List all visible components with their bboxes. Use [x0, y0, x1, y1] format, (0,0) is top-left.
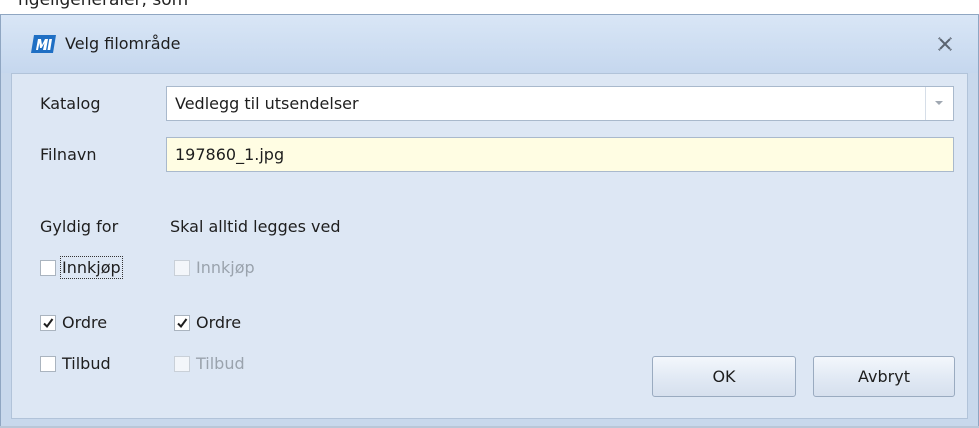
- skal-alltid-heading: Skal alltid legges ved: [170, 217, 341, 236]
- gyldig-innkjop-label[interactable]: Innkjøp: [60, 256, 123, 279]
- filnavn-value: 197860_1.jpg: [175, 145, 285, 164]
- background-window-strip: ngeligeneraler, som: [0, 0, 979, 14]
- close-icon[interactable]: [933, 32, 957, 56]
- gyldig-tilbud-label[interactable]: Tilbud: [62, 354, 111, 373]
- skal-tilbud-label: Tilbud: [196, 354, 245, 373]
- filnavn-input[interactable]: 197860_1.jpg: [166, 137, 954, 172]
- katalog-value: Vedlegg til utsendelser: [175, 94, 359, 113]
- gyldig-tilbud-checkbox[interactable]: [40, 356, 56, 372]
- chevron-down-icon: [935, 101, 943, 105]
- checkmark-icon: [177, 318, 188, 329]
- skal-innkjop-checkbox: [174, 260, 190, 276]
- skal-innkjop-label: Innkjøp: [196, 258, 255, 277]
- velg-filomrade-dialog: Velg filområde Katalog Vedlegg til utsen…: [0, 14, 979, 428]
- app-logo-icon: [31, 35, 56, 53]
- checkmark-icon: [43, 318, 54, 329]
- gyldig-ordre-label[interactable]: Ordre: [62, 313, 107, 332]
- cancel-button[interactable]: Avbryt: [813, 356, 955, 397]
- window-title: Velg filområde: [65, 34, 181, 53]
- ok-button[interactable]: OK: [652, 356, 796, 397]
- skal-tilbud-checkbox: [174, 356, 190, 372]
- katalog-dropdown[interactable]: Vedlegg til utsendelser: [166, 86, 954, 121]
- gyldig-innkjop-checkbox[interactable]: [40, 260, 56, 276]
- skal-ordre-label[interactable]: Ordre: [196, 313, 241, 332]
- title-bar: Velg filområde: [1, 15, 978, 73]
- gyldig-ordre-checkbox[interactable]: [40, 315, 56, 331]
- dropdown-button[interactable]: [925, 87, 953, 120]
- skal-ordre-checkbox[interactable]: [174, 315, 190, 331]
- filnavn-label: Filnavn: [40, 145, 97, 164]
- katalog-label: Katalog: [40, 94, 101, 113]
- dialog-body: Katalog Vedlegg til utsendelser Filnavn …: [11, 73, 968, 419]
- gyldig-for-heading: Gyldig for: [40, 217, 119, 236]
- background-text: ngeligeneraler, som: [18, 0, 189, 10]
